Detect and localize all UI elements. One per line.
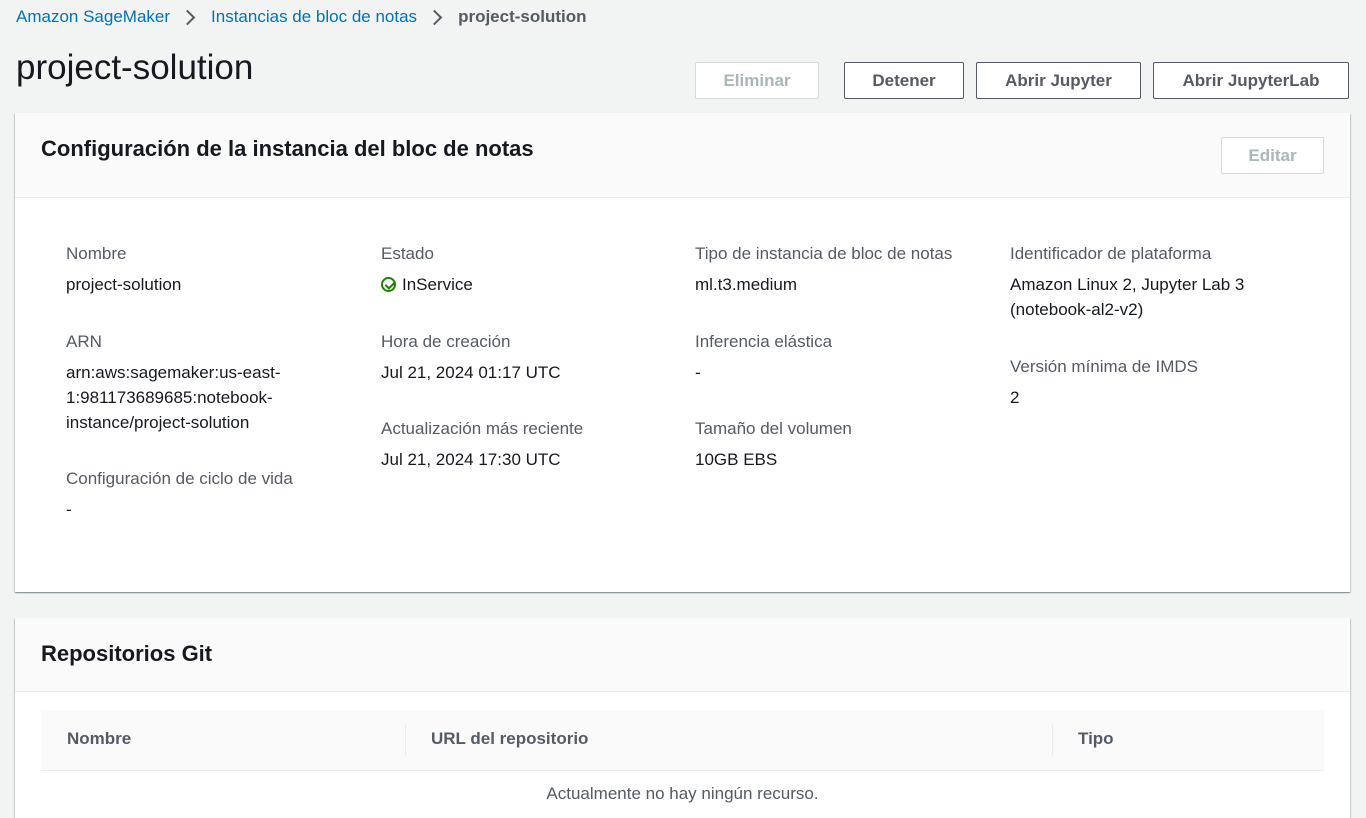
column-header-name[interactable]: Nombre <box>67 729 131 749</box>
arn-line: arn:aws:sagemaker:us-east- <box>66 363 281 382</box>
breadcrumb-current: project-solution <box>458 7 587 26</box>
delete-button[interactable]: Eliminar <box>695 62 819 99</box>
arn-line: 1:981173689685:notebook- <box>66 388 273 407</box>
field-value: ml.t3.medium <box>695 275 798 294</box>
field-value: 2 <box>1010 388 1020 407</box>
field-volume-size: Tamaño del volumen 10GB EBS <box>695 416 852 472</box>
breadcrumb-sagemaker-link[interactable]: Amazon SageMaker <box>16 7 170 27</box>
git-repositories-panel: Repositorios Git Nombre URL del reposito… <box>15 618 1350 818</box>
status-value: InService <box>381 272 473 297</box>
column-header-url[interactable]: URL del repositorio <box>431 729 588 749</box>
field-value: Jul 21, 2024 17:30 UTC <box>381 450 561 469</box>
field-value: Amazon Linux 2, Jupyter Lab 3 (notebook-… <box>1010 272 1244 322</box>
chevron-right-icon <box>179 9 196 25</box>
field-label: Tamaño del volumen <box>695 419 852 438</box>
field-label: Configuración de ciclo de vida <box>66 469 293 488</box>
field-label: Hora de creación <box>381 332 511 351</box>
field-value: 10GB EBS <box>695 450 778 469</box>
instance-config-panel: Configuración de la instancia del bloc d… <box>15 113 1350 592</box>
field-label: ARN <box>66 332 102 351</box>
breadcrumb-notebook-instances-link[interactable]: Instancias de bloc de notas <box>211 7 417 27</box>
field-label: Nombre <box>66 244 127 263</box>
platform-line: (notebook-al2-v2) <box>1010 300 1144 319</box>
platform-line: Amazon Linux 2, Jupyter Lab 3 <box>1010 275 1245 294</box>
field-value: - <box>695 363 701 382</box>
field-value: - <box>66 500 72 519</box>
field-label: Estado <box>381 244 434 263</box>
field-elastic-inference: Inferencia elástica - <box>695 329 832 385</box>
open-jupyter-button[interactable]: Abrir Jupyter <box>976 62 1141 99</box>
table-header: Nombre URL del repositorio Tipo <box>41 710 1324 771</box>
field-value: Jul 21, 2024 01:17 UTC <box>381 363 561 382</box>
field-label: Inferencia elástica <box>695 332 833 351</box>
stop-button[interactable]: Detener <box>844 62 964 99</box>
panel-header: Configuración de la instancia del bloc d… <box>15 113 1350 198</box>
field-value: project-solution <box>66 275 182 294</box>
open-jupyterlab-button[interactable]: Abrir JupyterLab <box>1153 62 1349 99</box>
field-label: Tipo de instancia de bloc de notas <box>695 244 953 263</box>
edit-button[interactable]: Editar <box>1221 137 1324 174</box>
field-label: Actualización más reciente <box>381 419 584 438</box>
column-header-type[interactable]: Tipo <box>1078 729 1114 749</box>
field-value: arn:aws:sagemaker:us-east- 1:98117368968… <box>66 360 280 435</box>
field-status: Estado InService <box>381 241 473 297</box>
git-repositories-table: Nombre URL del repositorio Tipo Actualme… <box>41 710 1324 804</box>
empty-state-text: Actualmente no hay ningún recurso. <box>546 784 819 803</box>
column-divider <box>405 724 406 756</box>
field-label: Versión mínima de IMDS <box>1010 357 1199 376</box>
field-created: Hora de creación Jul 21, 2024 01:17 UTC <box>381 329 561 385</box>
field-lifecycle: Configuración de ciclo de vida - <box>66 466 293 522</box>
field-label: Identificador de plataforma <box>1010 244 1212 263</box>
panel-title: Configuración de la instancia del bloc d… <box>41 136 534 161</box>
column-divider <box>1052 724 1053 756</box>
field-platform: Identificador de plataforma Amazon Linux… <box>1010 241 1244 322</box>
field-name: Nombre project-solution <box>66 241 181 297</box>
breadcrumb: Amazon SageMaker Instancias de bloc de n… <box>16 6 587 28</box>
panel-title: Repositorios Git <box>41 641 213 666</box>
status-text: InService <box>402 275 473 294</box>
panel-header: Repositorios Git <box>15 618 1350 692</box>
check-circle-icon <box>381 277 396 292</box>
field-instance-type: Tipo de instancia de bloc de notas ml.t3… <box>695 241 952 297</box>
arn-line: instance/project-solution <box>66 413 250 432</box>
page-title: project-solution <box>16 48 254 87</box>
field-imds: Versión mínima de IMDS 2 <box>1010 354 1198 410</box>
field-updated: Actualización más reciente Jul 21, 2024 … <box>381 416 583 472</box>
chevron-right-icon <box>426 9 443 25</box>
field-arn: ARN arn:aws:sagemaker:us-east- 1:9811736… <box>66 329 280 435</box>
